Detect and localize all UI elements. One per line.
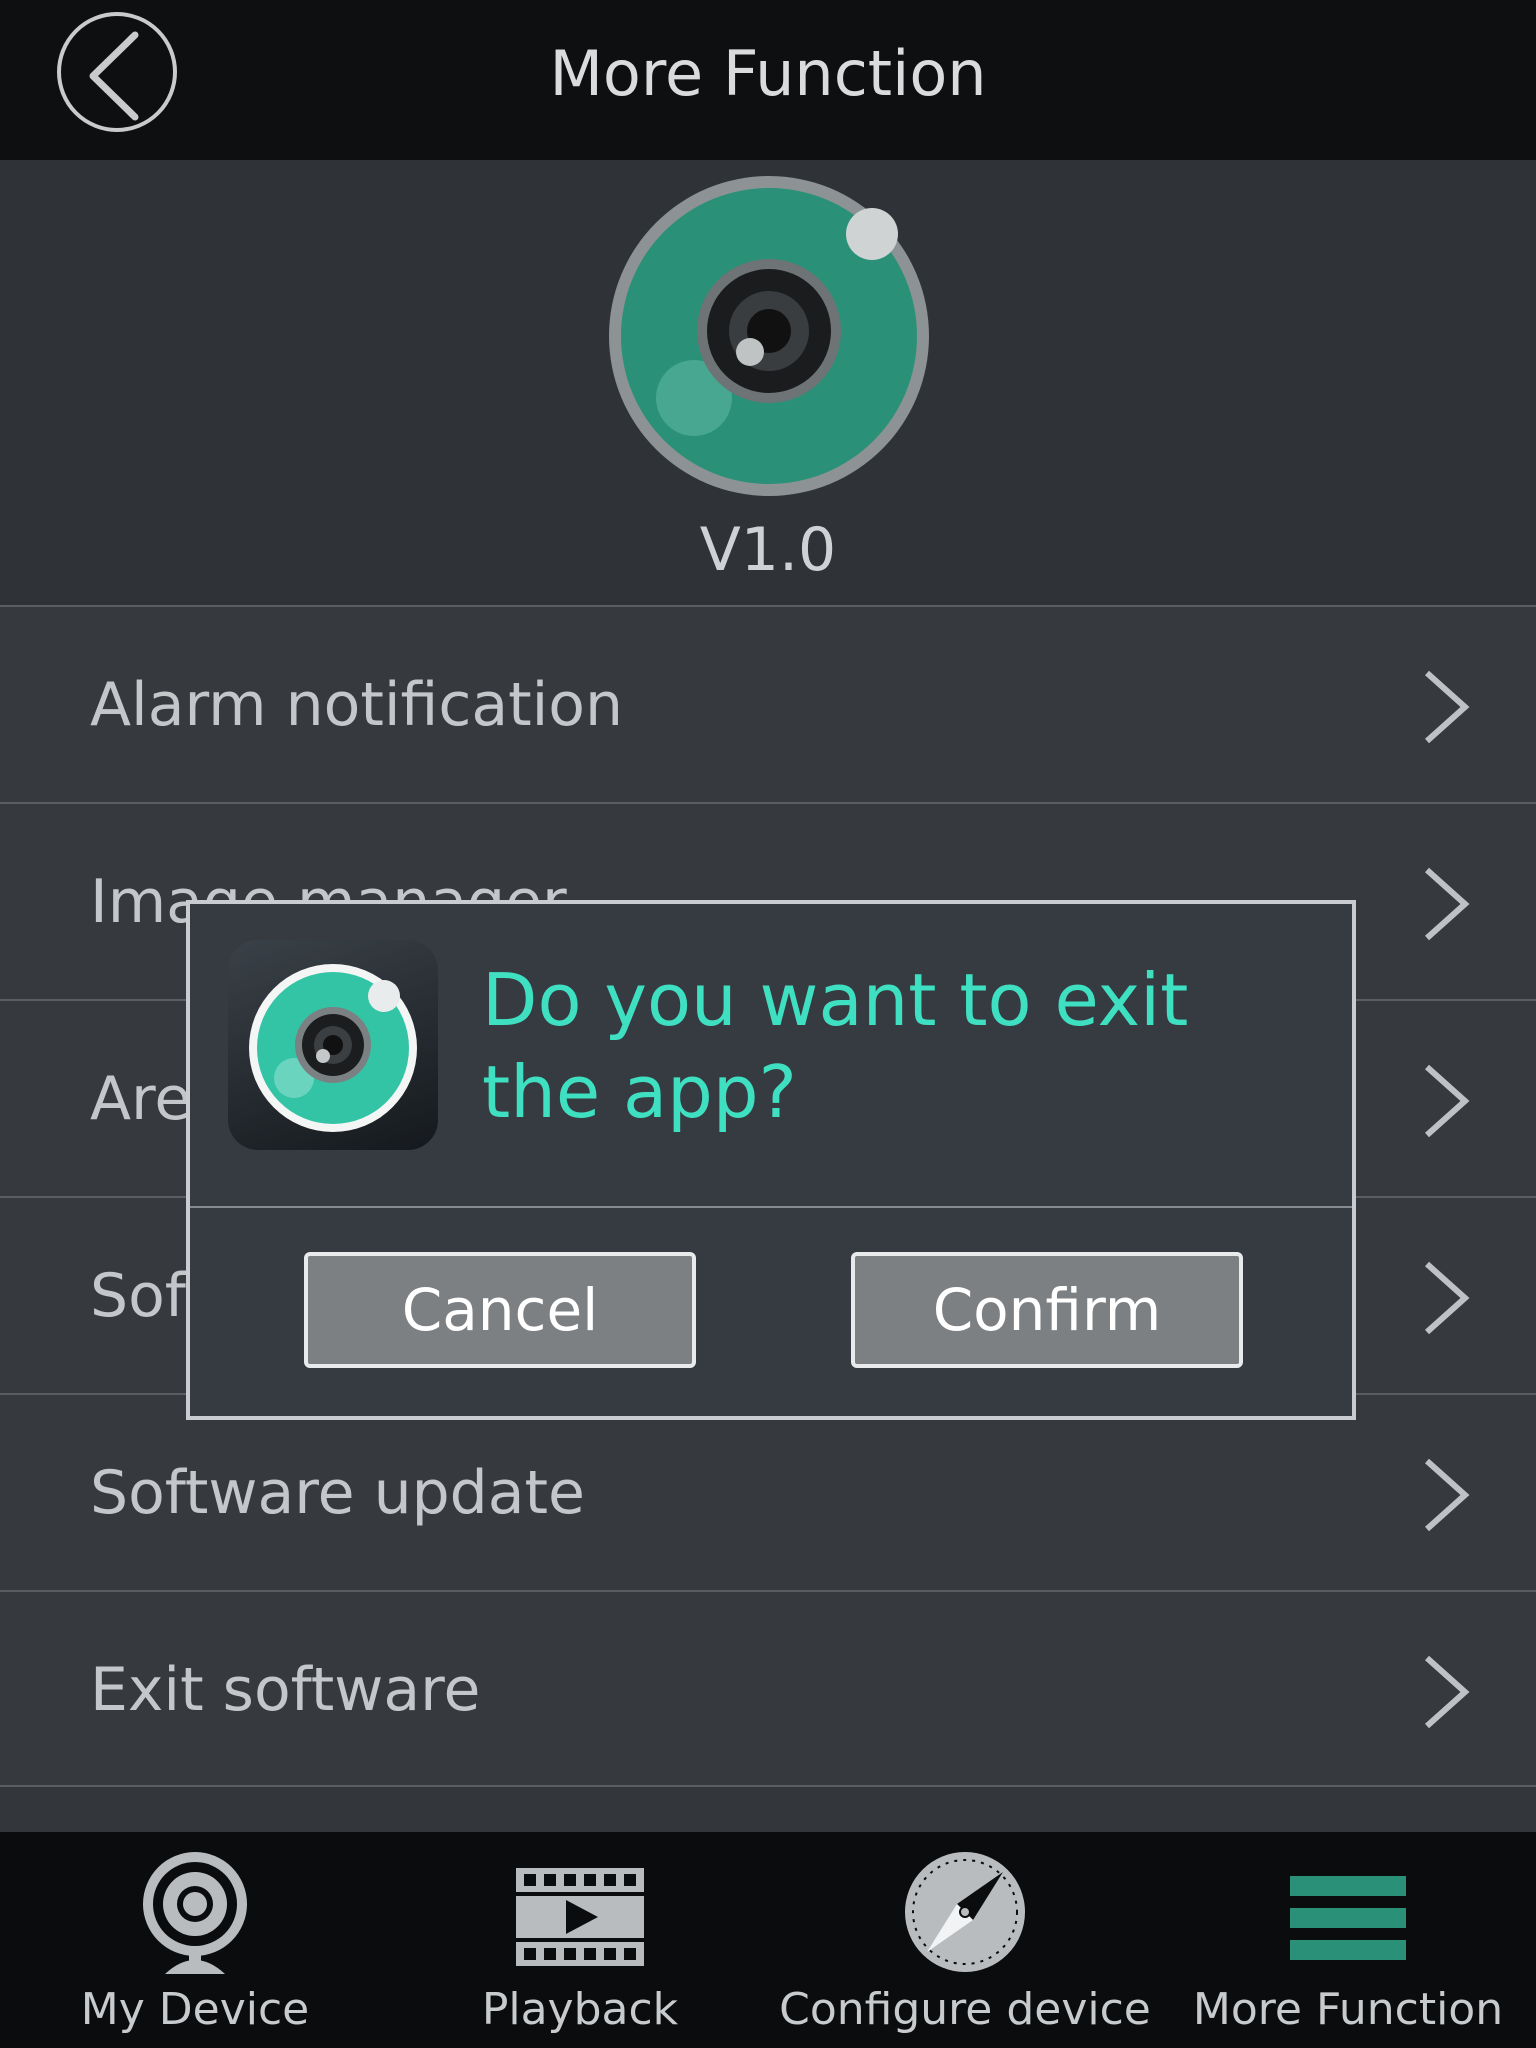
dialog-message: Do you want to exit the app? [482, 958, 1189, 1134]
confirm-button[interactable]: Confirm [851, 1252, 1243, 1368]
cancel-button[interactable]: Cancel [304, 1252, 696, 1368]
exit-confirm-dialog: Do you want to exit the app? Cancel Conf… [186, 900, 1356, 1420]
app-icon [228, 940, 438, 1150]
dialog-overlay: Do you want to exit the app? Cancel Conf… [0, 0, 1536, 2048]
app-logo-icon [249, 964, 417, 1132]
dialog-divider [190, 1206, 1352, 1208]
